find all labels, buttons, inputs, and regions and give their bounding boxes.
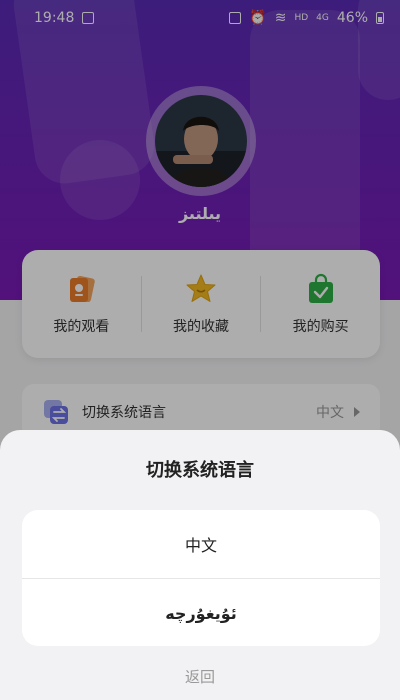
sheet-title: 切换系统语言 [146,460,254,481]
option-uyghur[interactable]: ئۇيغۇرچە [22,579,380,646]
language-options: 中文 ئۇيغۇرچە [22,510,380,646]
back-button[interactable]: 返回 [0,666,400,687]
language-bottom-sheet: 切换系统语言 中文 ئۇيغۇرچە 返回 [0,430,400,700]
option-chinese[interactable]: 中文 [22,510,380,578]
